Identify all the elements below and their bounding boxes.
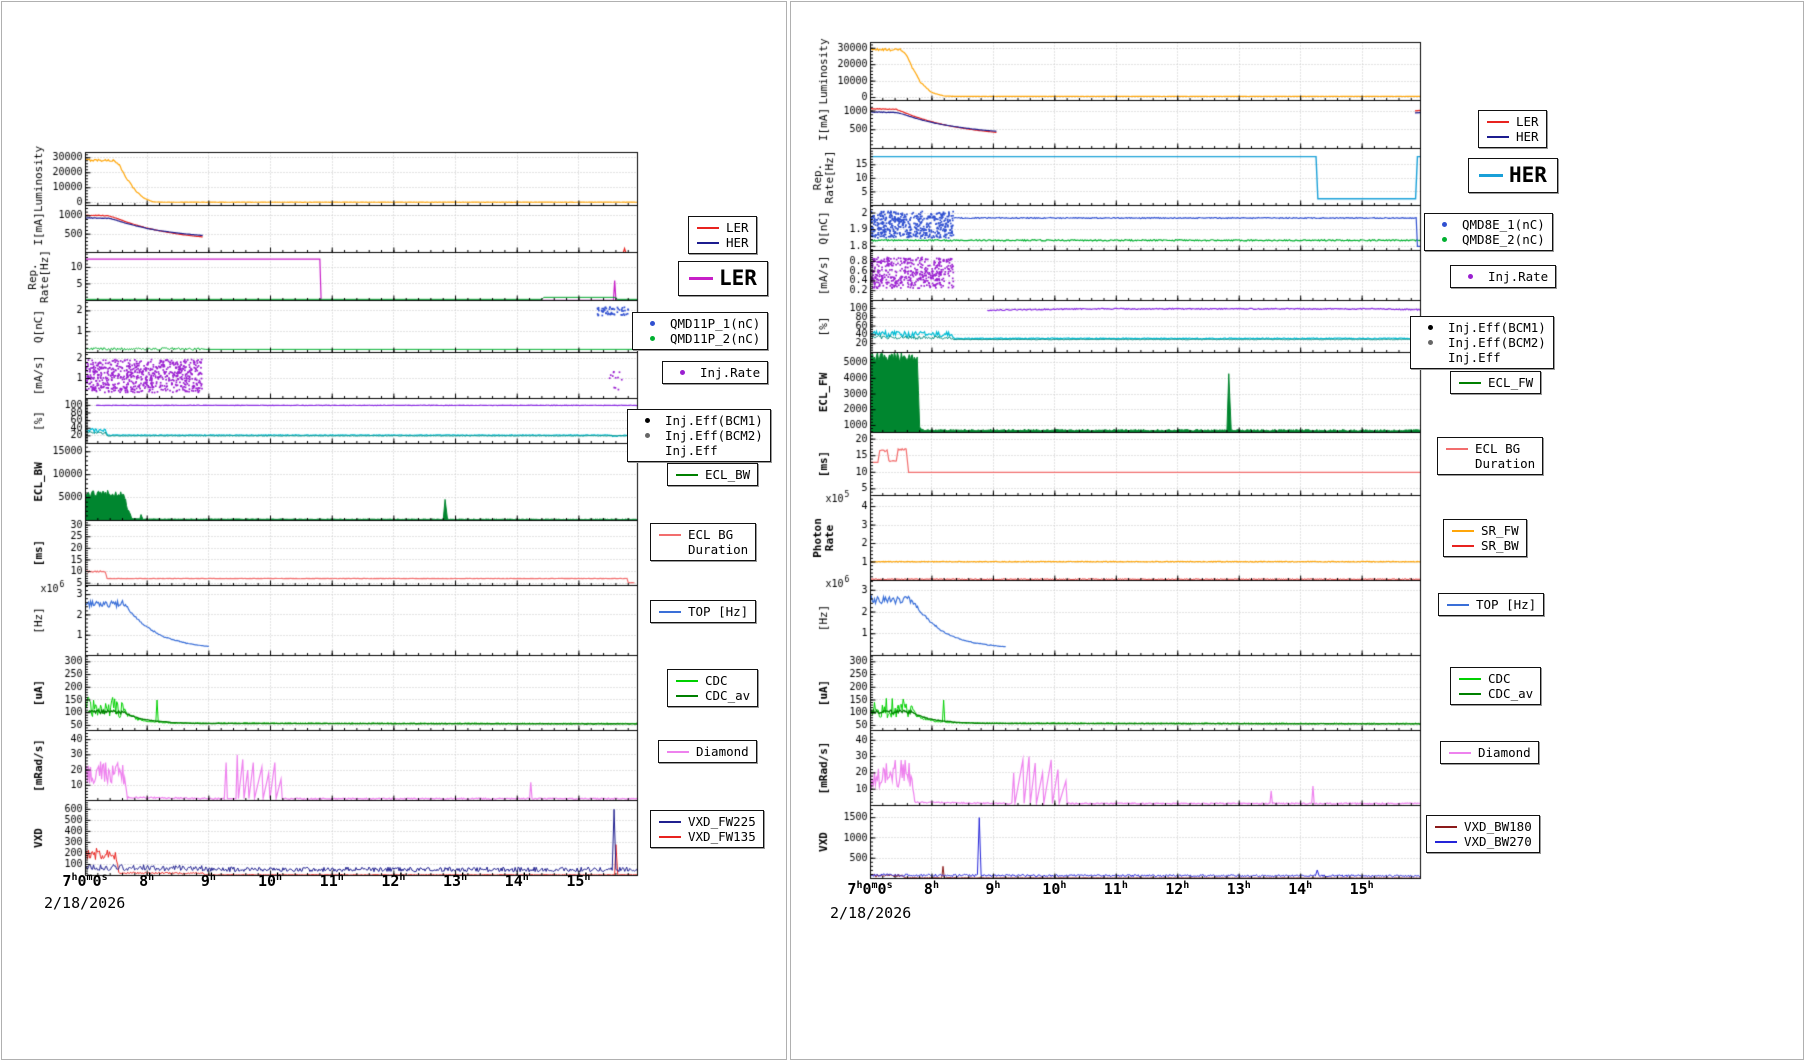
background-monitor-window: 7h0m0s8h9h10h11h12h13h14h15h2/18/2026LER… [0, 0, 1806, 1062]
charts-canvas [0, 0, 1806, 1062]
